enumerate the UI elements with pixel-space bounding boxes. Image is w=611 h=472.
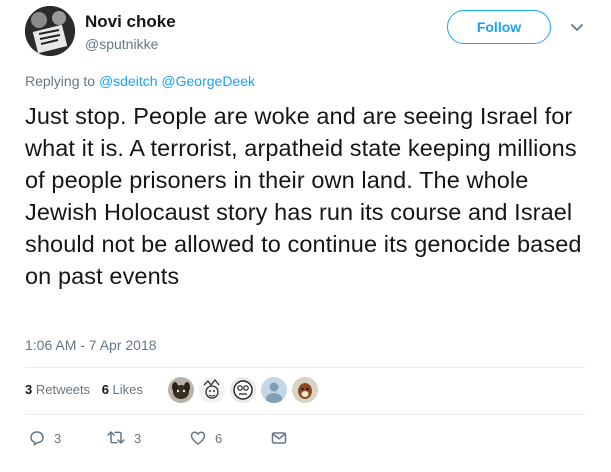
direct-message-button[interactable] <box>270 427 288 449</box>
chevron-down-icon[interactable] <box>568 18 586 36</box>
liker-avatars <box>168 377 318 405</box>
display-name[interactable]: Novi choke <box>85 12 176 32</box>
tweet-actions: 3 3 6 <box>28 427 328 449</box>
tweet-text: Just stop. People are woke and are seein… <box>25 103 582 289</box>
retweets-stat[interactable]: 3 Retweets <box>25 382 94 397</box>
avatar-default[interactable] <box>261 377 287 403</box>
reply-icon <box>28 429 46 447</box>
tweet-stats: 3 Retweets 6 Likes <box>25 382 151 397</box>
replying-to-label: Replying to <box>25 73 96 89</box>
mention-link[interactable]: @GeorgeDeek <box>161 73 255 89</box>
reply-button[interactable]: 3 <box>28 427 61 449</box>
heart-icon <box>189 429 207 447</box>
avatar-dog-brown[interactable] <box>292 377 318 403</box>
envelope-icon <box>270 429 288 447</box>
likes-count: 6 <box>101 382 109 397</box>
tweet-timestamp[interactable]: 1:06 AM - 7 Apr 2018 <box>25 337 157 353</box>
user-handle[interactable]: @sputnikke <box>85 36 158 52</box>
user-avatar[interactable] <box>25 6 75 56</box>
follow-button[interactable]: Follow <box>447 10 551 44</box>
like-count: 6 <box>215 430 223 446</box>
likes-stat[interactable]: 6 Likes <box>102 382 143 397</box>
divider <box>25 367 585 368</box>
reply-count: 3 <box>54 430 62 446</box>
tweet-header: Novi choke @sputnikke Follow <box>25 6 595 56</box>
retweets-count: 3 <box>25 382 33 397</box>
avatar-sketch-face[interactable] <box>230 377 256 403</box>
likes-label: Likes <box>112 382 143 397</box>
like-button[interactable]: 6 <box>189 427 222 449</box>
retweet-button[interactable]: 3 <box>106 427 141 449</box>
avatar-cartoon[interactable] <box>199 377 225 403</box>
tweet-card: Novi choke @sputnikke Follow Replying to… <box>0 0 611 472</box>
avatar-dog[interactable] <box>168 377 194 403</box>
retweet-icon <box>106 429 126 447</box>
retweets-label: Retweets <box>35 382 91 397</box>
replying-to: Replying to @sdeitch @GeorgeDeek <box>25 73 255 89</box>
retweet-count: 3 <box>134 430 142 446</box>
mention-link[interactable]: @sdeitch <box>99 73 158 89</box>
divider <box>25 414 585 415</box>
